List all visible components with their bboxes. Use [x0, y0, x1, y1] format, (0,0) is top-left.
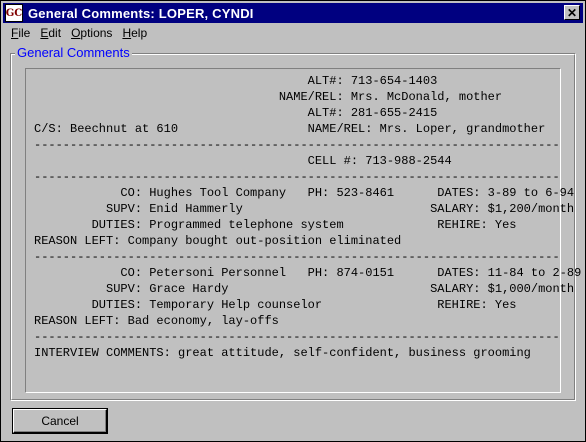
comments-text[interactable]: ALT#: 713-654-1403 NAME/REL: Mrs. McDona…: [34, 73, 582, 361]
comment-line: ----------------------------------------…: [34, 138, 560, 152]
comment-line: ALT#: 713-654-1403: [34, 74, 438, 88]
menu-bar: File Edit Options Help: [3, 24, 583, 42]
comment-line: SUPV: Grace Hardy SALARY: $1,000/month: [34, 282, 575, 296]
comment-line: REASON LEFT: Company bought out-position…: [34, 234, 402, 248]
menu-item-options[interactable]: Options: [71, 26, 112, 40]
comment-line: ----------------------------------------…: [34, 250, 560, 264]
window-title: General Comments: LOPER, CYNDI: [28, 5, 254, 21]
menu-item-file[interactable]: File: [11, 26, 30, 40]
title-bar[interactable]: GC General Comments: LOPER, CYNDI ✕: [3, 3, 583, 23]
comment-line: CELL #: 713-988-2544: [34, 154, 452, 168]
comment-line: CO: Petersoni Personnel PH: 874-0151 DAT…: [34, 266, 582, 280]
close-button[interactable]: ✕: [564, 5, 580, 20]
comment-line: ----------------------------------------…: [34, 330, 560, 344]
comment-line: SUPV: Enid Hammerly SALARY: $1,200/month: [34, 202, 575, 216]
comment-line: REASON LEFT: Bad economy, lay-offs: [34, 314, 279, 328]
comment-line: NAME/REL: Mrs. McDonald, mother: [34, 90, 503, 104]
comment-line: INTERVIEW COMMENTS: great attitude, self…: [34, 346, 531, 360]
cancel-button[interactable]: Cancel: [12, 408, 108, 434]
comment-line: DUTIES: Temporary Help counselor REHIRE:…: [34, 298, 517, 312]
group-legend: General Comments: [15, 45, 132, 60]
comment-line: DUTIES: Programmed telephone system REHI…: [34, 218, 517, 232]
menu-item-help[interactable]: Help: [122, 26, 147, 40]
menu-item-edit[interactable]: Edit: [40, 26, 61, 40]
comment-line: ALT#: 281-655-2415: [34, 106, 438, 120]
comment-line: C/S: Beechnut at 610 NAME/REL: Mrs. Lope…: [34, 122, 546, 136]
general-comments-window: GC General Comments: LOPER, CYNDI ✕ File…: [0, 0, 586, 442]
app-icon[interactable]: GC: [5, 4, 23, 22]
comment-line: ----------------------------------------…: [34, 170, 560, 184]
comment-line: CO: Hughes Tool Company PH: 523-8461 DAT…: [34, 186, 575, 200]
